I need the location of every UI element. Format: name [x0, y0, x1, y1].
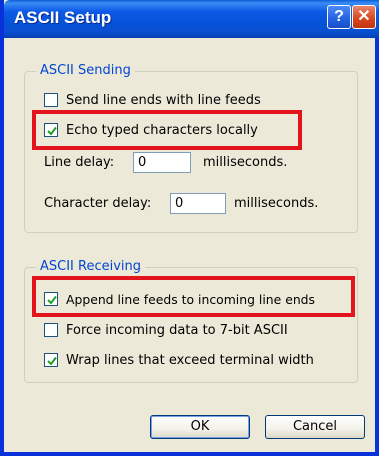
help-button[interactable]: ? [327, 5, 351, 29]
line-delay-unit: milliseconds. [203, 155, 288, 170]
close-icon: ✕ [357, 8, 371, 25]
ascii-receiving-title: ASCII Receiving [36, 259, 146, 274]
send-line-ends-label: Send line ends with line feeds [66, 92, 261, 108]
title-bar[interactable]: ASCII Setup ? ✕ [4, 0, 379, 38]
append-line-feeds-label: Append line feeds to incoming line ends [66, 291, 315, 307]
checkbox-checked[interactable] [44, 123, 58, 137]
checkbox-checked[interactable] [44, 353, 58, 367]
wrap-lines-checkbox[interactable]: Wrap lines that exceed terminal width [44, 351, 314, 369]
checkbox-checked[interactable] [44, 292, 58, 306]
close-button[interactable]: ✕ [352, 5, 376, 29]
character-delay-unit: milliseconds. [234, 196, 319, 211]
checkbox-unchecked[interactable] [44, 93, 58, 107]
echo-typed-label: Echo typed characters locally [66, 122, 258, 138]
window-title: ASCII Setup [14, 8, 112, 27]
force-7bit-label: Force incoming data to 7-bit ASCII [66, 322, 288, 338]
checkbox-unchecked[interactable] [44, 323, 58, 337]
append-line-feeds-checkbox[interactable]: Append line feeds to incoming line ends [44, 290, 315, 308]
echo-typed-checkbox[interactable]: Echo typed characters locally [44, 121, 258, 139]
checkmark-icon [47, 356, 57, 366]
ok-button[interactable]: OK [150, 415, 250, 439]
send-line-ends-checkbox[interactable]: Send line ends with line feeds [44, 91, 261, 109]
line-delay-input[interactable] [133, 152, 191, 173]
ascii-sending-title: ASCII Sending [36, 63, 135, 78]
cancel-button[interactable]: Cancel [265, 415, 365, 439]
character-delay-input[interactable] [170, 193, 226, 214]
character-delay-label: Character delay: [44, 196, 152, 211]
wrap-lines-label: Wrap lines that exceed terminal width [66, 352, 314, 368]
ascii-setup-dialog: ASCII Setup ? ✕ ASCII Sending Send line … [0, 0, 379, 456]
checkmark-icon [47, 126, 57, 136]
force-7bit-checkbox[interactable]: Force incoming data to 7-bit ASCII [44, 321, 288, 339]
line-delay-label: Line delay: [44, 155, 115, 170]
question-mark-icon: ? [334, 8, 344, 25]
checkmark-icon [47, 295, 57, 305]
